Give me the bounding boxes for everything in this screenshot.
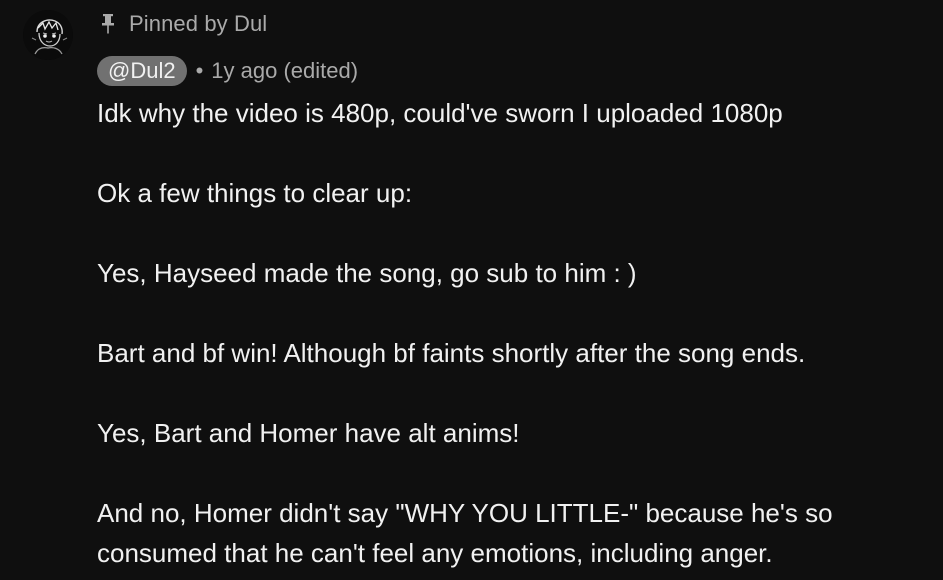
- comment-line: [97, 213, 937, 253]
- comment-line: And no, Homer didn't say "WHY YOU LITTLE…: [97, 498, 833, 528]
- pin-icon: [100, 12, 116, 36]
- comment-line: [97, 373, 937, 413]
- comment-body: Idk why the video is 480p, could've swor…: [97, 93, 937, 573]
- pinned-indicator: Pinned by Dul: [100, 8, 267, 40]
- comment-line: Bart and bf win! Although bf faints shor…: [97, 338, 806, 368]
- comment-line: Yes, Bart and Homer have alt anims!: [97, 418, 520, 448]
- comment-line: [97, 293, 937, 333]
- pinned-label: Pinned by Dul: [129, 11, 268, 36]
- avatar-image: [23, 10, 73, 60]
- comment-line: [97, 453, 937, 493]
- meta-separator: •: [195, 58, 204, 83]
- comment-line: Yes, Hayseed made the song, go sub to hi…: [97, 258, 637, 288]
- avatar[interactable]: [23, 10, 73, 60]
- comment-header: @Dul2 • 1y ago (edited): [97, 56, 358, 86]
- comment-line: consumed that he can't feel any emotions…: [97, 538, 773, 568]
- pinned-comment: Pinned by Dul @Dul2 • 1y ago (edited) Id…: [0, 0, 943, 580]
- comment-line: [97, 133, 937, 173]
- comment-timestamp[interactable]: 1y ago (edited): [211, 58, 358, 84]
- comment-line: Ok a few things to clear up:: [97, 178, 413, 208]
- comment-line: Idk why the video is 480p, could've swor…: [97, 98, 783, 128]
- author-chip[interactable]: @Dul2: [97, 56, 187, 86]
